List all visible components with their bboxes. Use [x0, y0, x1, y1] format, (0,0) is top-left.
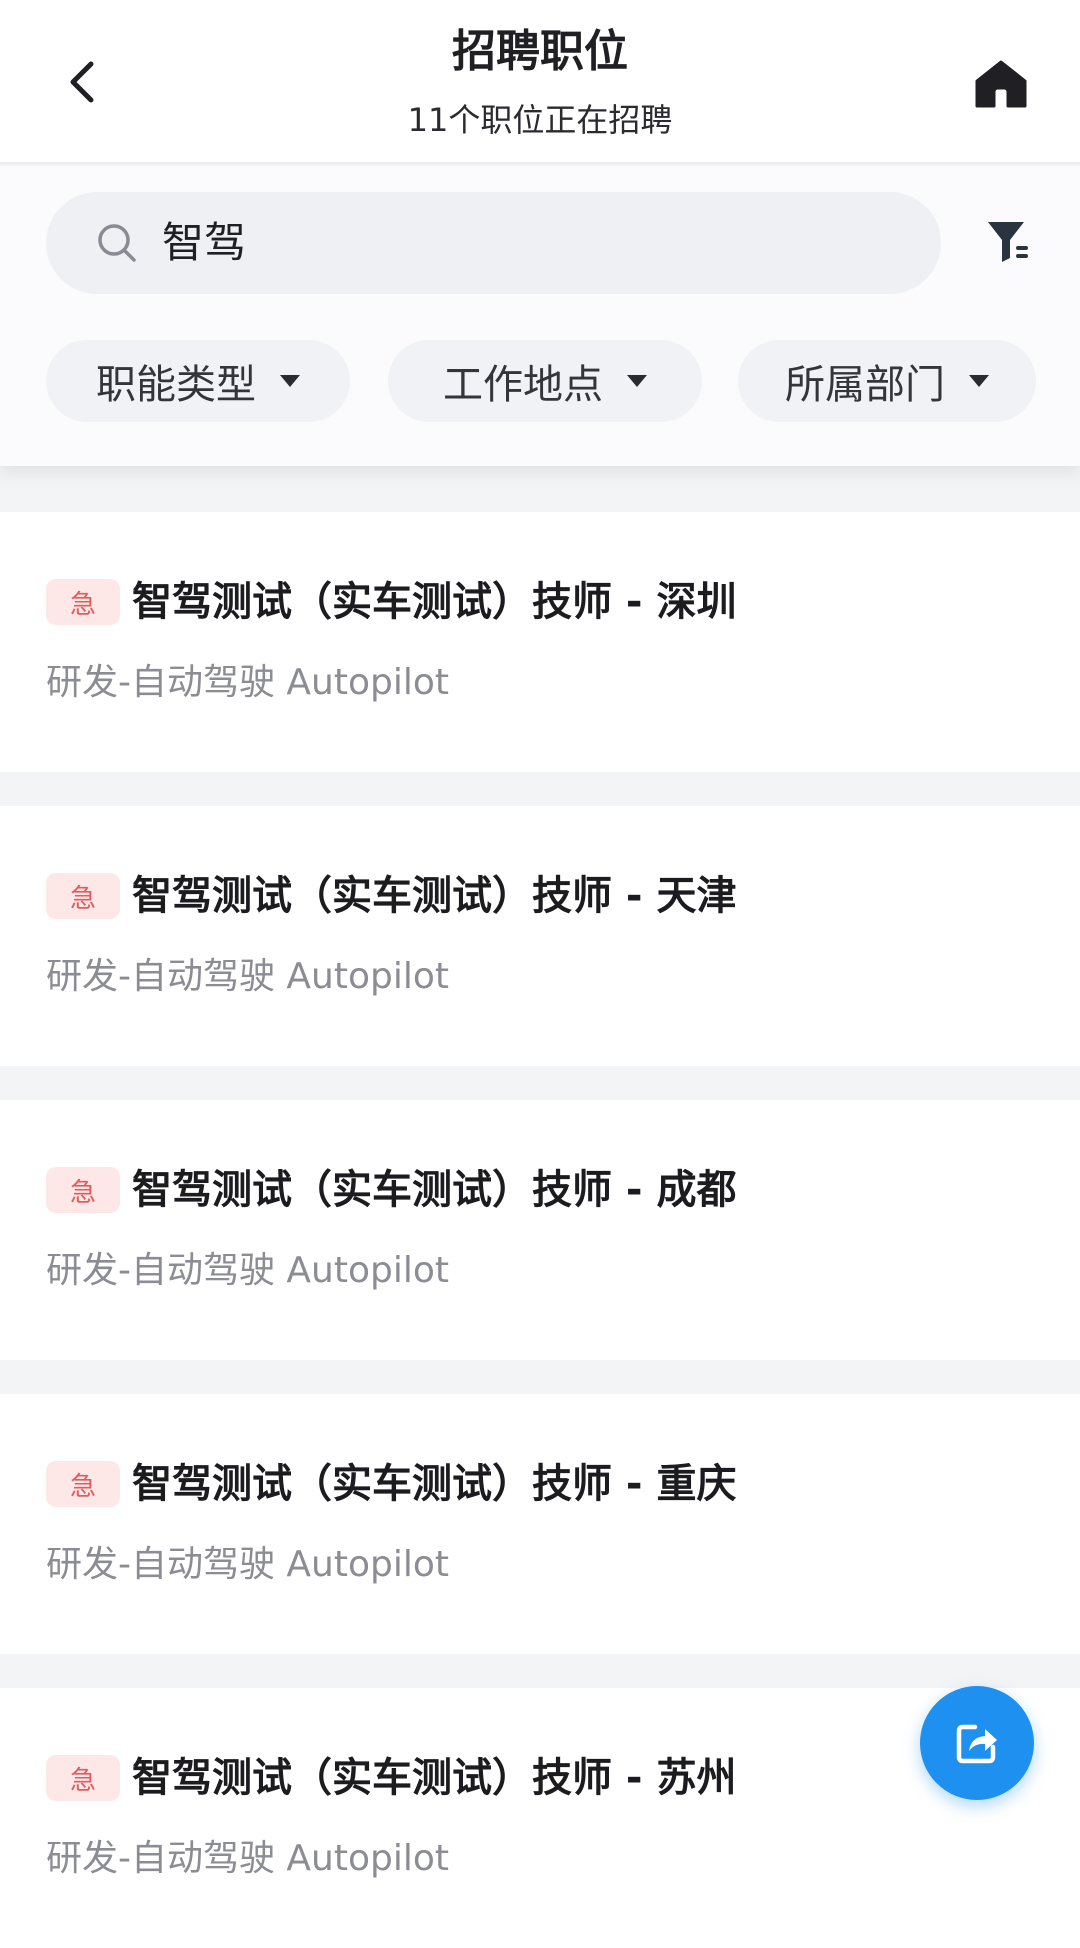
urgent-badge: 急: [46, 1755, 120, 1801]
urgent-badge: 急: [46, 1167, 120, 1213]
search-filter-panel: 智驾 职能类型 工作地点 所属部门: [0, 166, 1080, 466]
filter-department[interactable]: 所属部门: [738, 340, 1036, 422]
page-subtitle: 11个职位正在招聘: [407, 101, 673, 139]
job-department: 研发-自动驾驶 Autopilot: [46, 1250, 450, 1291]
filter-label: 工作地点: [443, 362, 603, 408]
job-department: 研发-自动驾驶 Autopilot: [46, 1838, 450, 1879]
urgent-badge: 急: [46, 1461, 120, 1507]
filter-label: 职能类型: [96, 362, 256, 408]
job-title-row: 急 智驾测试（实车测试）技师 - 深圳: [46, 574, 736, 630]
job-card[interactable]: 急 智驾测试（实车测试）技师 - 成都 研发-自动驾驶 Autopilot: [0, 1100, 1080, 1360]
job-department: 研发-自动驾驶 Autopilot: [46, 1544, 450, 1585]
job-title: 智驾测试（实车测试）技师 - 天津: [132, 873, 737, 919]
job-title: 智驾测试（实车测试）技师 - 成都: [132, 1167, 737, 1213]
share-icon: [956, 1724, 997, 1764]
page-title: 招聘职位: [452, 26, 628, 77]
job-department: 研发-自动驾驶 Autopilot: [46, 662, 450, 703]
filter-button[interactable]: [984, 216, 1034, 266]
job-title: 智驾测试（实车测试）技师 - 深圳: [132, 579, 737, 625]
job-title-row: 急 智驾测试（实车测试）技师 - 成都: [46, 1162, 736, 1218]
caret-down-icon: [969, 375, 989, 387]
filter-label: 所属部门: [785, 362, 945, 408]
job-card[interactable]: 急 智驾测试（实车测试）技师 - 重庆 研发-自动驾驶 Autopilot: [0, 1394, 1080, 1654]
job-card[interactable]: 急 智驾测试（实车测试）技师 - 天津 研发-自动驾驶 Autopilot: [0, 806, 1080, 1066]
urgent-badge: 急: [46, 873, 120, 919]
home-button[interactable]: [972, 56, 1030, 112]
caret-down-icon: [280, 375, 300, 387]
job-title-row: 急 智驾测试（实车测试）技师 - 天津: [46, 868, 736, 924]
job-title-row: 急 智驾测试（实车测试）技师 - 重庆: [46, 1456, 736, 1512]
top-bar: 招聘职位 11个职位正在招聘: [0, 0, 1080, 164]
share-button[interactable]: [920, 1686, 1034, 1800]
job-title-row: 急 智驾测试（实车测试）技师 - 苏州: [46, 1750, 736, 1806]
search-input[interactable]: 智驾: [46, 192, 941, 294]
job-department: 研发-自动驾驶 Autopilot: [46, 956, 450, 997]
job-title: 智驾测试（实车测试）技师 - 苏州: [132, 1755, 737, 1801]
search-query: 智驾: [162, 218, 247, 267]
job-card[interactable]: 急 智驾测试（实车测试）技师 - 深圳 研发-自动驾驶 Autopilot: [0, 512, 1080, 772]
home-icon: [975, 60, 1027, 108]
urgent-badge: 急: [46, 579, 120, 625]
filter-function-type[interactable]: 职能类型: [46, 340, 350, 422]
job-card[interactable]: 急 智驾测试（实车测试）技师 - 苏州 研发-自动驾驶 Autopilot: [0, 1688, 1080, 1948]
filter-work-location[interactable]: 工作地点: [388, 340, 702, 422]
filter-icon: [988, 222, 1028, 262]
search-icon: [98, 224, 136, 262]
caret-down-icon: [627, 375, 647, 387]
job-title: 智驾测试（实车测试）技师 - 重庆: [132, 1461, 737, 1507]
